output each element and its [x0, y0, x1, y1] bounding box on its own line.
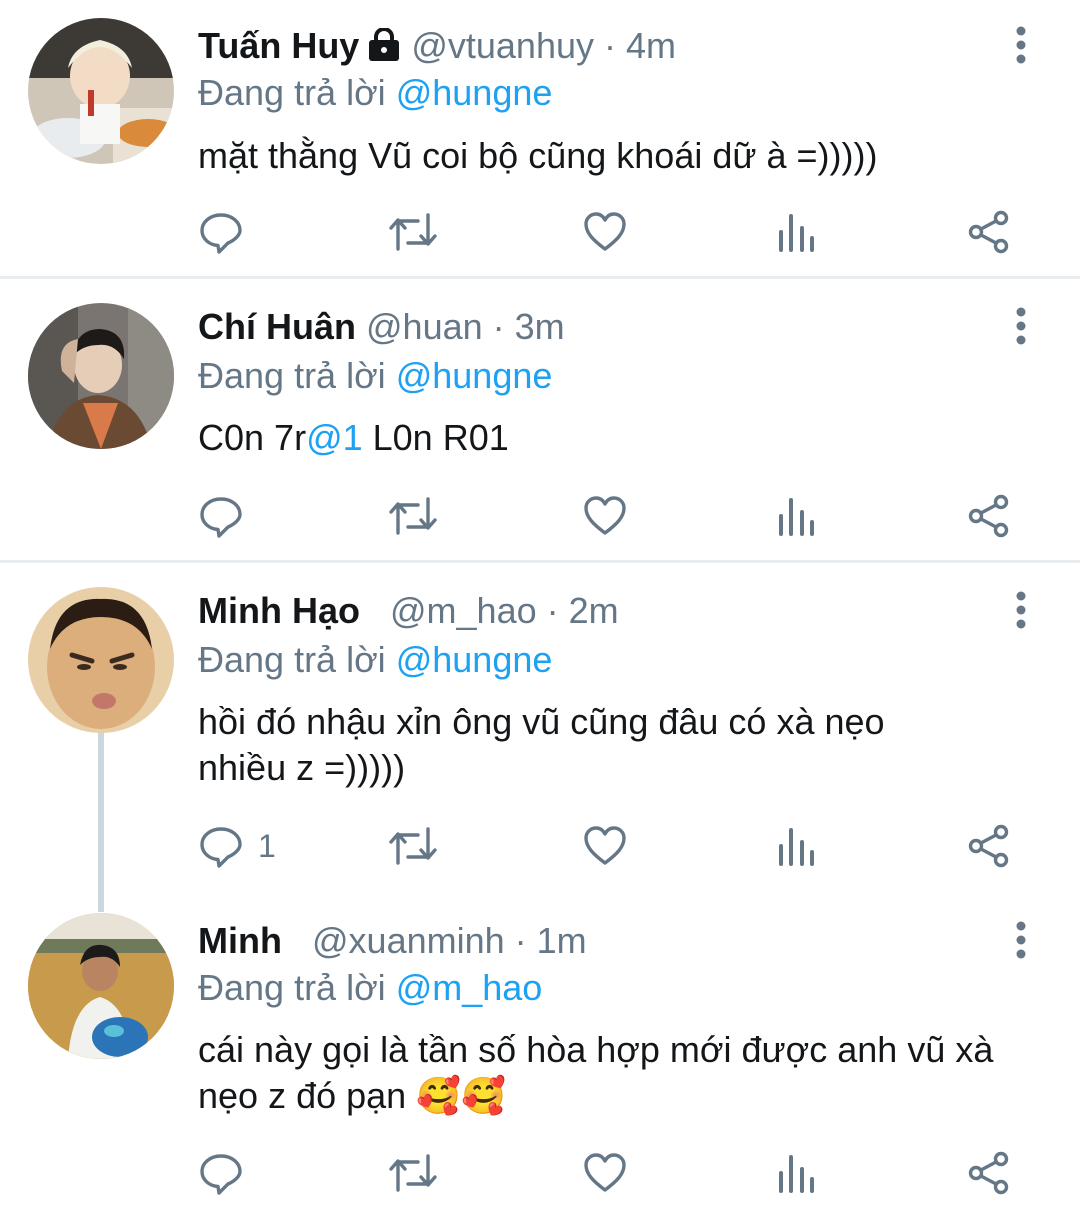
retweet-button[interactable]	[388, 1149, 438, 1197]
tweet-header: Minh Hạo @m_hao · 2m	[198, 589, 619, 633]
timestamp: · 2m	[546, 590, 619, 631]
tweet-text-part: C0n 7r	[198, 417, 307, 458]
more-options-icon[interactable]	[1004, 24, 1038, 68]
share-icon	[968, 494, 1009, 538]
timestamp: · 4m	[604, 25, 677, 66]
replying-to-mention[interactable]: @hungne	[396, 355, 553, 396]
replying-to: Đang trả lời @hungne	[198, 354, 552, 398]
display-name[interactable]: Minh	[198, 920, 282, 961]
handle[interactable]: @huan	[366, 306, 483, 347]
retweet-button[interactable]	[388, 208, 438, 256]
display-name[interactable]: Chí Huân	[198, 306, 356, 347]
share-button[interactable]	[968, 822, 1010, 870]
like-icon	[584, 496, 626, 535]
more-options-icon[interactable]	[1004, 305, 1038, 349]
smiling-face-with-hearts-emoji: 🥰🥰	[416, 1075, 506, 1116]
reply-count: 1	[258, 827, 276, 864]
replying-to-label: Đang trả lời	[198, 355, 386, 396]
tweet-text: mặt thằng Vũ coi bộ cũng khoái dữ à =)))…	[198, 135, 878, 176]
tweet-text-mention[interactable]: @1	[306, 417, 363, 458]
like-button[interactable]	[583, 822, 627, 870]
replying-to-label: Đang trả lời	[198, 639, 386, 680]
tweet-text-part: L0n R01	[362, 417, 509, 458]
tweet-actions: 1	[0, 822, 1080, 870]
tweet-3[interactable]: Minh Hạo @m_hao · 2m Đang trả lời @hungn…	[0, 563, 1080, 893]
like-button[interactable]	[583, 492, 627, 540]
avatar-minh-hao[interactable]	[28, 587, 174, 733]
tweet-2[interactable]: Chí Huân @huan · 3m Đang trả lời @hungne…	[0, 279, 1080, 560]
tweet-header: Tuấn Huy @vtuanhuy · 4m	[198, 24, 676, 72]
share-icon	[968, 210, 1009, 254]
avatar-tuan-huy[interactable]	[28, 18, 174, 164]
share-button[interactable]	[968, 492, 1010, 540]
display-name[interactable]: Minh Hạo	[198, 590, 360, 631]
like-icon	[584, 212, 626, 251]
timestamp: · 3m	[492, 306, 565, 347]
timestamp: · 1m	[514, 920, 587, 961]
reply-icon	[200, 213, 242, 254]
retweet-icon	[389, 497, 437, 535]
tweet-actions	[0, 1149, 1080, 1197]
replying-to: Đang trả lời @hungne	[198, 71, 552, 115]
handle[interactable]: @m_hao	[390, 590, 537, 631]
share-button[interactable]	[968, 208, 1010, 256]
handle[interactable]: @xuanminh	[312, 920, 505, 961]
analytics-button[interactable]	[778, 208, 816, 256]
analytics-icon	[779, 498, 814, 536]
tweet-4[interactable]: Minh @xuanminh · 1m Đang trả lời @m_hao …	[0, 893, 1080, 1207]
tweet-header: Chí Huân @huan · 3m	[198, 305, 565, 349]
retweet-icon	[389, 1154, 437, 1192]
retweet-button[interactable]	[388, 822, 438, 870]
more-options-icon[interactable]	[1004, 919, 1038, 963]
like-button[interactable]	[583, 1149, 627, 1197]
replying-to: Đang trả lời @hungne	[198, 638, 552, 682]
analytics-button[interactable]	[778, 822, 816, 870]
analytics-icon	[779, 828, 814, 866]
reply-button[interactable]	[198, 208, 258, 256]
tweet-header: Minh @xuanminh · 1m	[198, 919, 587, 963]
tweet-actions	[0, 492, 1080, 540]
reply-icon	[200, 1154, 242, 1195]
retweet-icon	[389, 213, 437, 251]
analytics-button[interactable]	[778, 492, 816, 540]
lock-icon	[367, 27, 401, 72]
like-button[interactable]	[583, 208, 627, 256]
share-button[interactable]	[968, 1149, 1010, 1197]
avatar-minh[interactable]	[28, 913, 174, 1059]
retweet-icon	[389, 827, 437, 865]
replying-to-mention[interactable]: @hungne	[396, 639, 553, 680]
more-options-icon[interactable]	[1004, 589, 1038, 633]
tweet-text: C0n 7r@1 L0n R01	[198, 415, 1028, 461]
avatar-chi-huan[interactable]	[28, 303, 174, 449]
replying-to-mention[interactable]: @m_hao	[396, 967, 543, 1008]
retweet-button[interactable]	[388, 492, 438, 540]
reply-button[interactable]	[198, 492, 258, 540]
handle[interactable]: @vtuanhuy	[411, 25, 594, 66]
tweet-text: hồi đó nhậu xỉn ông vũ cũng đâu có xà nẹ…	[198, 701, 885, 788]
like-icon	[584, 1153, 626, 1192]
share-icon	[968, 1151, 1009, 1195]
tweet-text: cái này gọi là tần số hòa hợp mới được a…	[198, 1027, 1018, 1119]
like-icon	[584, 826, 626, 865]
reply-button[interactable]: 1	[198, 822, 276, 870]
replying-to-label: Đang trả lời	[198, 967, 386, 1008]
reply-icon	[200, 827, 242, 868]
replying-to-label: Đang trả lời	[198, 72, 386, 113]
tweet-actions	[0, 208, 1080, 256]
reply-button[interactable]	[198, 1149, 258, 1197]
share-icon	[968, 824, 1009, 868]
tweet-text-body: cái này gọi là tần số hòa hợp mới được a…	[198, 1029, 994, 1116]
display-name[interactable]: Tuấn Huy	[198, 25, 359, 66]
replying-to: Đang trả lời @m_hao	[198, 966, 542, 1010]
replying-to-mention[interactable]: @hungne	[396, 72, 553, 113]
analytics-icon	[779, 214, 814, 252]
tweet-1[interactable]: Tuấn Huy @vtuanhuy · 4m Đang trả lời @hun…	[0, 0, 1080, 276]
analytics-icon	[779, 1155, 814, 1193]
reply-icon	[200, 497, 242, 538]
analytics-button[interactable]	[778, 1149, 816, 1197]
